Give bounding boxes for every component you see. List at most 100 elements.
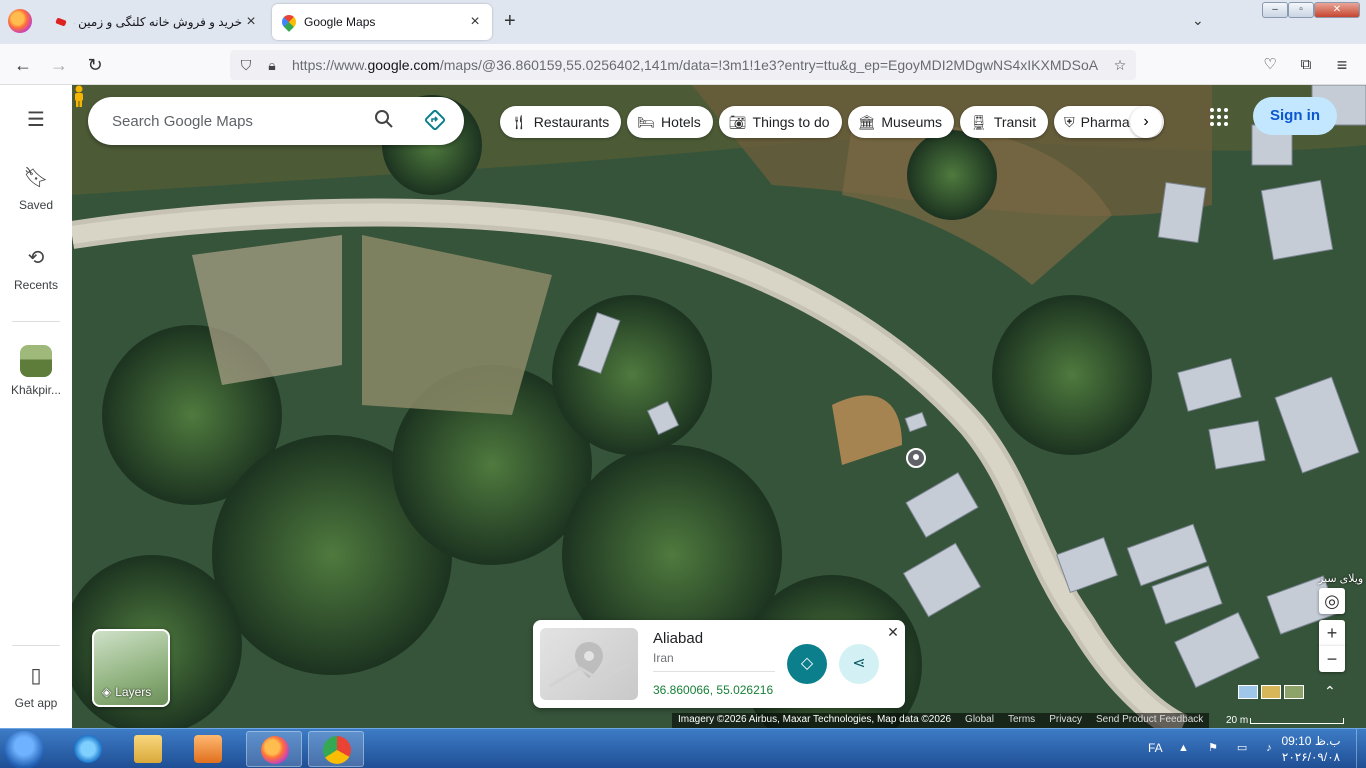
- app-menu-hamburger-icon[interactable]: ≡: [1329, 52, 1355, 78]
- chip-transit[interactable]: 🚆︎ Transit: [960, 106, 1049, 138]
- camera-icon: 📷︎: [728, 113, 747, 130]
- scale-label[interactable]: 20 m: [1226, 715, 1248, 726]
- place-card[interactable]: Aliabad Iran 36.860066, 55.026216 ◇ ⋖ ✕: [533, 620, 905, 708]
- windows-taskbar: FA ▲ ⚑ ▭ ♪ 09:10 ب.ظ ۲۰۲۶/۰۹/۰۸: [0, 728, 1366, 768]
- my-location-button[interactable]: ◎: [1319, 588, 1345, 614]
- pegman-icon[interactable]: [72, 85, 86, 107]
- directions-icon: ◇: [800, 655, 814, 672]
- close-tab-icon[interactable]: ×: [466, 13, 484, 31]
- map-canvas[interactable]: 🍴︎ Restaurants 🛏︎ Hotels 📷︎ Things to do 🏛︎…: [72, 85, 1366, 728]
- recent-place-button[interactable]: Khākpir...: [0, 345, 72, 397]
- tab-real-estate[interactable]: خرید و فروش خانه کلنگی و زمین در ... ×: [44, 4, 268, 40]
- map-footer: Imagery ©2026 Airbus, Maxar Technologies…: [672, 713, 1210, 728]
- footer-link-privacy[interactable]: Privacy: [1049, 714, 1082, 727]
- footer-link-terms[interactable]: Terms: [1008, 714, 1035, 727]
- system-tray-icons[interactable]: ▲ ⚑ ▭ ♪: [1178, 741, 1280, 754]
- chip-museums[interactable]: 🏛︎ Museums: [847, 106, 955, 138]
- layers-stack-icon: ◈: [102, 685, 112, 699]
- place-card-thumbnail[interactable]: [540, 628, 638, 700]
- recents-button[interactable]: ⟲ Recents: [0, 245, 72, 292]
- show-desktop-button[interactable]: [1356, 729, 1366, 768]
- taskbar-ie[interactable]: [60, 731, 116, 767]
- map-type-tiles[interactable]: [1238, 685, 1304, 699]
- rail-divider: [12, 645, 60, 646]
- window-close-button[interactable]: ✕: [1314, 2, 1360, 18]
- scale-bar[interactable]: [1250, 718, 1344, 724]
- place-card-divider: [653, 671, 775, 672]
- bookmark-icon: 🔖︎: [23, 167, 49, 189]
- rail-divider: [12, 321, 60, 322]
- windows-start-button[interactable]: [4, 731, 44, 768]
- folder-icon: [134, 735, 162, 763]
- tab-google-maps[interactable]: Google Maps ×: [272, 4, 492, 40]
- tile-terrain[interactable]: [1238, 685, 1258, 699]
- bed-icon: 🛏︎: [637, 113, 656, 130]
- layers-label-wrap: ◈ Layers: [102, 685, 151, 699]
- taskbar-media-player[interactable]: [180, 731, 236, 767]
- clock-date: ۲۰۲۶/۰۹/۰۸: [1281, 750, 1341, 764]
- close-icon[interactable]: ✕: [885, 624, 901, 640]
- maps-favicon-icon: [279, 12, 299, 32]
- window-maximize-button[interactable]: ▫: [1288, 2, 1314, 18]
- lock-icon[interactable]: 🔒︎: [262, 55, 282, 75]
- extensions-puzzle-icon[interactable]: ⧉: [1293, 52, 1319, 78]
- taskbar-firefox[interactable]: [246, 731, 302, 767]
- directions-icon[interactable]: [424, 109, 448, 133]
- new-tab-plus-icon[interactable]: +: [504, 10, 516, 33]
- taskbar-clock[interactable]: 09:10 ب.ظ ۲۰۲۶/۰۹/۰۸: [1278, 733, 1344, 765]
- chip-restaurants[interactable]: 🍴︎ Restaurants: [500, 106, 622, 138]
- get-app-label: Get app: [14, 696, 58, 710]
- saved-button[interactable]: 🔖︎ Saved: [0, 165, 72, 212]
- crosshair-icon: ◎: [1324, 591, 1340, 611]
- tile-satellite[interactable]: [1284, 685, 1304, 699]
- place-title: Aliabad: [653, 630, 704, 647]
- window-minimize-button[interactable]: –: [1262, 2, 1288, 18]
- list-tabs-chevron-icon[interactable]: ⌄: [1192, 12, 1204, 29]
- url-prefix: https://www.: [292, 57, 368, 73]
- url-text[interactable]: https://www.google.com/maps/@36.860159,5…: [292, 57, 1104, 73]
- bookmark-star-icon[interactable]: ☆: [1110, 55, 1130, 75]
- internet-explorer-icon: [74, 735, 102, 763]
- google-apps-grid-icon[interactable]: [1210, 108, 1228, 126]
- directions-button[interactable]: ◇: [787, 644, 827, 684]
- firefox-logo-icon[interactable]: [8, 9, 32, 33]
- reload-icon[interactable]: ↻: [82, 52, 108, 78]
- imagery-attribution: Imagery ©2026 Airbus, Maxar Technologies…: [678, 714, 952, 725]
- forward-arrow-icon[interactable]: →: [46, 52, 72, 78]
- chips-next-chevron-icon[interactable]: ›: [1130, 106, 1162, 138]
- pocket-icon[interactable]: ♡: [1257, 52, 1283, 78]
- map-poi-label[interactable]: ویلای سبز: [1318, 572, 1363, 585]
- url-bar[interactable]: ⛉ 🔒︎ https://www.google.com/maps/@36.860…: [230, 50, 1136, 80]
- footer-link-feedback[interactable]: Send Product Feedback: [1096, 714, 1203, 727]
- close-tab-icon[interactable]: ×: [242, 13, 260, 31]
- keyboard-language-indicator[interactable]: FA: [1148, 741, 1163, 755]
- place-coordinates[interactable]: 36.860066, 55.026216: [653, 683, 773, 697]
- pharmacy-icon: ⛨: [1064, 113, 1075, 130]
- media-player-icon: [194, 735, 222, 763]
- main-menu-button[interactable]: ☰: [0, 107, 72, 140]
- sign-in-button[interactable]: Sign in: [1253, 97, 1337, 135]
- taskbar-chrome[interactable]: [308, 731, 364, 767]
- search-input[interactable]: [112, 97, 362, 145]
- taskbar-explorer[interactable]: [120, 731, 176, 767]
- tile-traffic[interactable]: [1261, 685, 1281, 699]
- plus-icon: +: [1326, 623, 1338, 643]
- search-box: [88, 97, 464, 145]
- zoom-out-button[interactable]: −: [1319, 646, 1345, 672]
- zoom-in-button[interactable]: +: [1319, 620, 1345, 646]
- back-arrow-icon[interactable]: ←: [10, 52, 36, 78]
- collapse-chevron-up-icon[interactable]: ⌃: [1324, 683, 1336, 700]
- footer-link-global[interactable]: Global: [965, 714, 994, 727]
- layers-button[interactable]: ◈ Layers: [92, 629, 170, 707]
- history-icon: ⟲: [27, 247, 45, 269]
- tracking-shield-icon[interactable]: ⛉: [236, 55, 256, 75]
- chip-things-to-do[interactable]: 📷︎ Things to do: [718, 106, 842, 138]
- share-button[interactable]: ⋖: [839, 644, 879, 684]
- chip-hotels[interactable]: 🛏︎ Hotels: [627, 106, 713, 138]
- get-app-button[interactable]: ▯ Get app: [0, 663, 72, 710]
- search-icon[interactable]: [374, 109, 398, 133]
- recent-place-label: Khākpir...: [10, 383, 62, 397]
- tab-title: Google Maps: [304, 15, 376, 29]
- firefox-icon: [261, 736, 289, 764]
- url-domain: google.com: [367, 57, 440, 73]
